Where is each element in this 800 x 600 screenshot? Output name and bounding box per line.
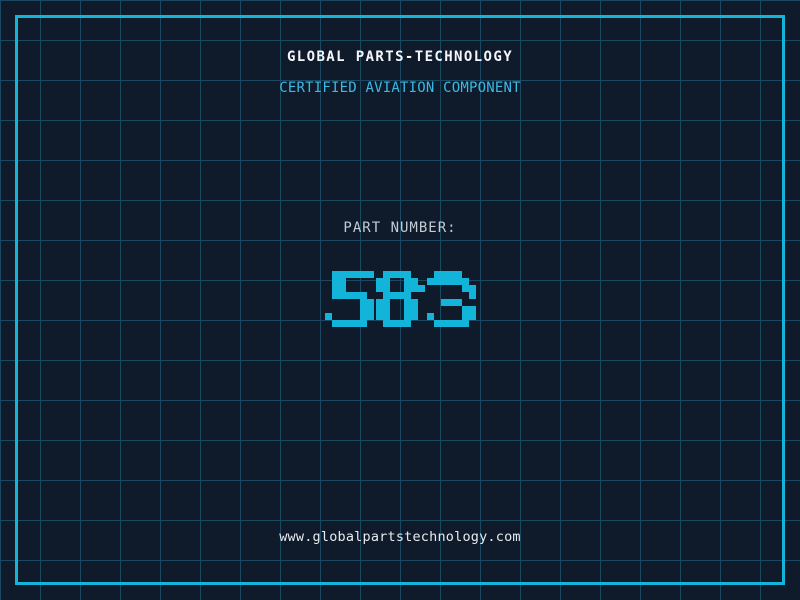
part-number-value [0,271,800,327]
certificate-screen: GLOBAL PARTS-TECHNOLOGY CERTIFIED AVIATI… [0,0,800,600]
part-digit-8 [375,271,425,327]
part-digit-3 [426,271,476,327]
website-url: www.globalpartstechnology.com [279,529,521,545]
part-number-label: PART NUMBER: [343,220,457,236]
company-title: GLOBAL PARTS-TECHNOLOGY [286,49,514,65]
certification-subtitle: CERTIFIED AVIATION COMPONENT [279,80,521,96]
part-digit-5 [324,271,374,327]
